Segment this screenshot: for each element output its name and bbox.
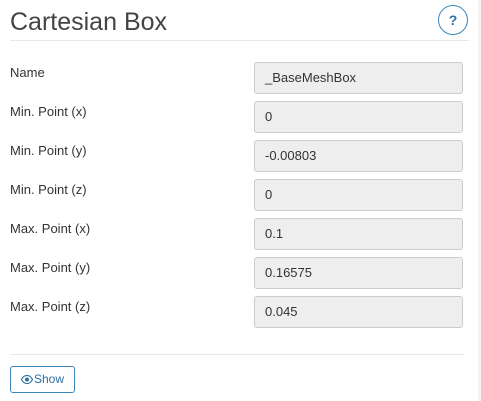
min-x-input[interactable]: 0 <box>254 101 463 133</box>
form-row-min-y: Min. Point (y) -0.00803 <box>10 140 465 172</box>
min-y-input[interactable]: -0.00803 <box>254 140 463 172</box>
min-z-input[interactable]: 0 <box>254 179 463 211</box>
form-row-max-y: Max. Point (y) 0.16575 <box>10 257 465 289</box>
help-button[interactable]: ? <box>438 5 468 35</box>
show-button-label: Show <box>33 372 65 386</box>
show-button[interactable]: Show <box>10 366 75 393</box>
name-input[interactable]: _BaseMeshBox <box>254 62 463 94</box>
form-row-min-x: Min. Point (x) 0 <box>10 101 465 133</box>
name-label: Name <box>10 65 45 80</box>
form-row-max-x: Max. Point (x) 0.1 <box>10 218 465 250</box>
min-y-label: Min. Point (y) <box>10 143 87 158</box>
min-z-label: Min. Point (z) <box>10 182 87 197</box>
max-z-label: Max. Point (z) <box>10 299 91 314</box>
header-divider <box>10 40 469 41</box>
form-row-name: Name _BaseMeshBox <box>10 62 465 94</box>
form-row-min-z: Min. Point (z) 0 <box>10 179 465 211</box>
min-x-label: Min. Point (x) <box>10 104 87 119</box>
footer-divider <box>10 354 465 355</box>
eye-icon <box>20 375 33 384</box>
max-x-input[interactable]: 0.1 <box>254 218 463 250</box>
max-y-label: Max. Point (y) <box>10 260 91 275</box>
max-y-input[interactable]: 0.16575 <box>254 257 463 289</box>
form-row-max-z: Max. Point (z) 0.045 <box>10 296 465 328</box>
page-title: Cartesian Box <box>10 8 168 36</box>
panel-header: Cartesian Box ? <box>10 4 470 40</box>
max-z-input[interactable]: 0.045 <box>254 296 463 328</box>
cartesian-box-panel: Cartesian Box ? Name _BaseMeshBox Min. P… <box>0 0 481 401</box>
max-x-label: Max. Point (x) <box>10 221 91 236</box>
